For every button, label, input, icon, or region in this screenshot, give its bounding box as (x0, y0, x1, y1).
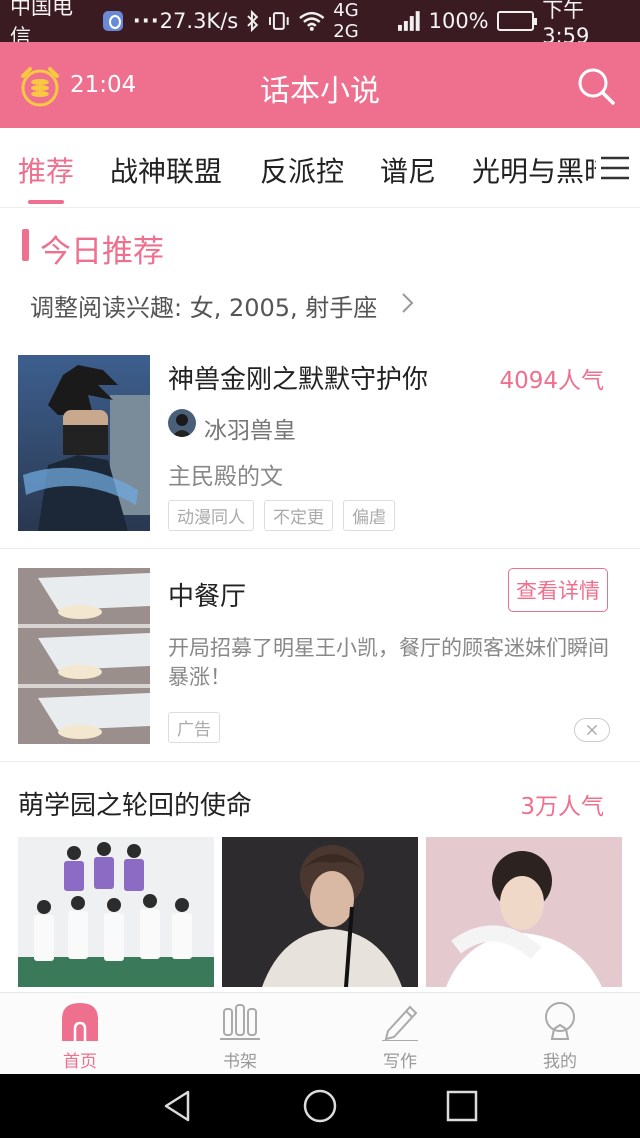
tab-villain[interactable]: 反派控 (260, 150, 344, 190)
vibrate-icon (269, 12, 289, 30)
author-name[interactable]: 冰羽兽皇 (204, 411, 296, 445)
tab-war-god-alliance[interactable]: 战神联盟 (110, 150, 222, 190)
location-icon (102, 11, 123, 31)
recent-apps-icon[interactable] (444, 1088, 480, 1124)
nav-label: 写作 (383, 1052, 417, 1072)
bottom-nav: 首页 书架 写作 我的 (0, 992, 640, 1074)
tab-puni[interactable]: 谱尼 (380, 150, 436, 190)
active-tab-indicator (28, 200, 64, 204)
home-icon (62, 1003, 98, 1041)
nav-home[interactable]: 首页 (0, 993, 160, 1075)
profile-icon (545, 1002, 575, 1040)
close-icon[interactable] (574, 718, 610, 742)
avatar[interactable] (168, 409, 196, 437)
ad-image (18, 568, 150, 744)
battery-icon (496, 11, 537, 31)
more-notifications-icon: ··· (132, 9, 160, 33)
chevron-right-icon (402, 293, 414, 313)
ad-badge: 广告 (168, 712, 220, 743)
cover-image (222, 837, 418, 987)
tag: 动漫同人 (168, 500, 254, 531)
tab-recommend[interactable]: 推荐 (18, 150, 74, 190)
tag: 偏虐 (343, 500, 395, 531)
nav-label: 我的 (543, 1052, 577, 1072)
cover-image (18, 837, 214, 987)
book-cover (18, 355, 150, 531)
pen-icon (382, 1005, 418, 1041)
section-marker (22, 229, 29, 261)
nav-bookshelf[interactable]: 书架 (160, 993, 320, 1075)
book-title[interactable]: 神兽金刚之默默守护你 (168, 359, 428, 396)
nav-label: 书架 (223, 1052, 257, 1072)
book-item[interactable]: 神兽金刚之默默守护你 4094人气 冰羽兽皇 主民殿的文 动漫同人 不定更 偏虐 (0, 343, 640, 549)
book-description: 主民殿的文 (168, 464, 283, 490)
popularity-count: 4094人气 (499, 368, 604, 394)
home-button-icon[interactable] (302, 1088, 338, 1124)
system-nav-bar (0, 1074, 640, 1138)
network-speed: 27.3K/s (159, 9, 239, 33)
battery-percent: 100% (428, 9, 489, 33)
ad-item[interactable]: 中餐厅 查看详情 开局招募了明星王小凯，餐厅的顾客迷妹们瞬间暴涨！ 广告 (0, 550, 640, 762)
reading-interest-link[interactable]: 调整阅读兴趣: 女, 2005, 射手座 (30, 288, 377, 323)
clock: 下午3:59 (542, 0, 590, 48)
search-icon[interactable] (576, 66, 616, 106)
ad-description: 开局招募了明星王小凯，餐厅的顾客迷妹们瞬间暴涨！ (168, 636, 609, 689)
signal-icon (397, 11, 420, 31)
back-icon[interactable] (160, 1088, 196, 1124)
ad-title[interactable]: 中餐厅 (168, 576, 246, 613)
view-details-button[interactable]: 查看详情 (508, 568, 608, 612)
wifi-icon (298, 11, 325, 31)
network-type: 4G 2G (333, 0, 359, 42)
nav-profile[interactable]: 我的 (480, 993, 640, 1075)
nav-write[interactable]: 写作 (320, 993, 480, 1075)
tag: 不定更 (264, 500, 333, 531)
app-title: 话本小说 (260, 74, 380, 109)
section-title: 今日推荐 (40, 234, 164, 270)
category-tabs: 推荐 战神联盟 反派控 谱尼 光明与黑暗 (0, 128, 640, 208)
tab-light-and-dark[interactable]: 光明与黑暗 (472, 150, 612, 190)
book-title[interactable]: 萌学园之轮回的使命 (18, 785, 252, 822)
cover-image (426, 837, 622, 987)
menu-icon[interactable] (600, 156, 630, 180)
popularity-count: 3万人气 (520, 794, 604, 820)
nav-label: 首页 (63, 1052, 97, 1072)
status-bar: 中国电信 ··· 27.3K/s 4G 2G 100% 下午3:59 (0, 0, 640, 49)
app-header: 21:04 话本小说 (0, 42, 640, 128)
bluetooth-icon (247, 10, 259, 32)
bookshelf-icon (220, 1004, 260, 1040)
book-item[interactable]: 萌学园之轮回的使命 3万人气 (0, 763, 640, 993)
tag-list: 动漫同人 不定更 偏虐 (168, 500, 395, 531)
